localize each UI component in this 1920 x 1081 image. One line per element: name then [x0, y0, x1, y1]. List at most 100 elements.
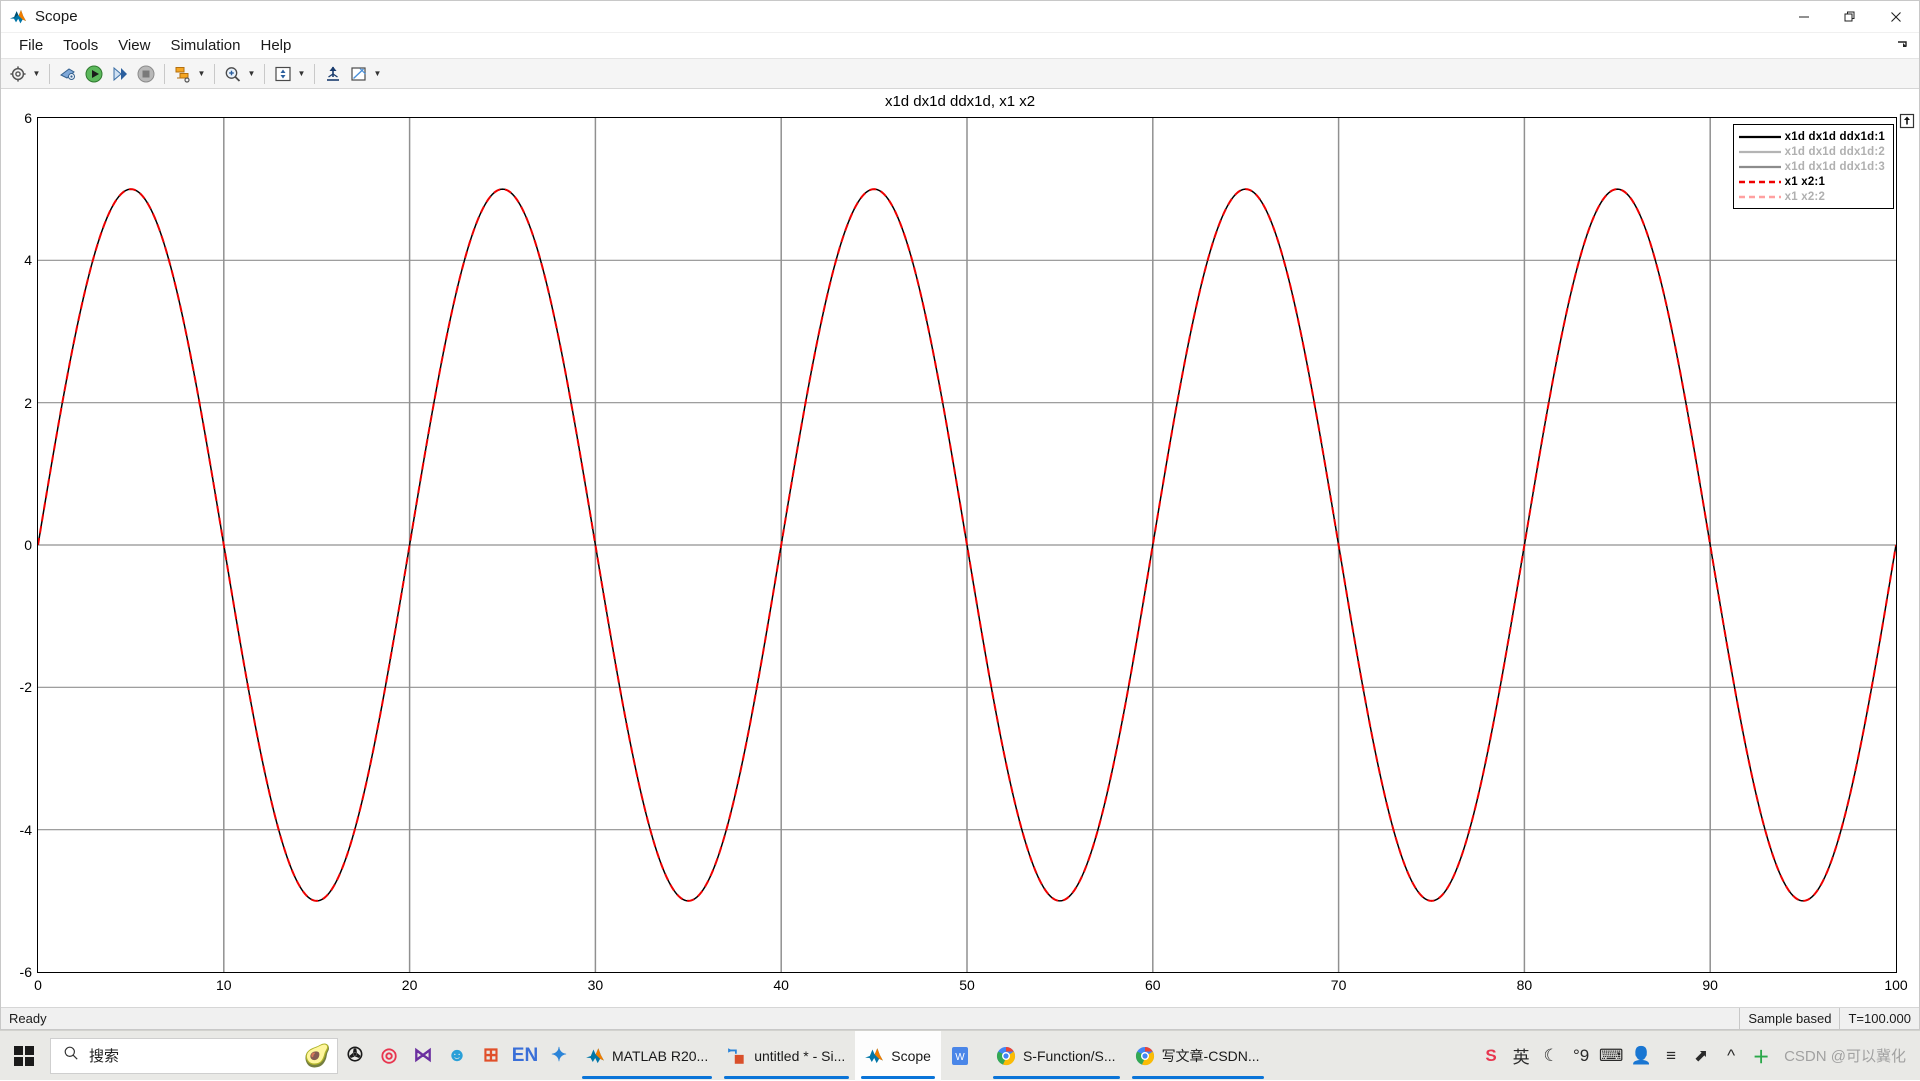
autoscale-dropdown-caret[interactable]: ▼ — [296, 62, 307, 86]
avocado-icon: 🥑 — [304, 1045, 331, 1067]
toolbar-separator — [164, 64, 165, 84]
search-input[interactable]: 搜索 🥑 — [50, 1038, 338, 1074]
taskbar-chrome-2[interactable]: 写文章-CSDN... — [1126, 1031, 1270, 1081]
simulink-icon — [726, 1045, 748, 1067]
update-icon[interactable]: ＋ — [1746, 1031, 1776, 1081]
x-tick-40: 40 — [773, 977, 789, 993]
taskbar-active-underline — [724, 1076, 849, 1079]
legend-entry[interactable]: x1 x2:1 — [1738, 174, 1885, 189]
close-button[interactable] — [1873, 1, 1919, 33]
legend-entry[interactable]: x1d dx1d ddx1d:3 — [1738, 159, 1885, 174]
search-placeholder: 搜索 — [89, 1045, 304, 1066]
account-icon[interactable]: 👤 — [1626, 1031, 1656, 1081]
degree-icon[interactable]: °9 — [1566, 1031, 1596, 1081]
zoom-dropdown-caret[interactable]: ▼ — [246, 62, 257, 86]
pin-icon[interactable] — [1899, 113, 1915, 129]
stop-icon[interactable] — [134, 62, 158, 86]
highlight-signal-icon[interactable] — [321, 62, 345, 86]
taskbar-active-underline — [582, 1076, 712, 1079]
step-forward-icon[interactable] — [108, 62, 132, 86]
legend-entry[interactable]: x1d dx1d ddx1d:1 — [1738, 129, 1885, 144]
watermark-text: CSDN @可以冀化 — [1776, 1045, 1914, 1066]
taskbar-scope[interactable]: Scope — [855, 1031, 941, 1081]
configuration-dropdown-caret[interactable]: ▼ — [31, 62, 42, 86]
taskbar-window-label: MATLAB R20... — [612, 1048, 708, 1064]
plot-axes[interactable]: 6420-2-4-6 0102030405060708090100 x1d dx… — [37, 117, 1897, 973]
scratch-icon[interactable]: ✇ — [338, 1031, 372, 1081]
toolbar-separator — [314, 64, 315, 84]
restore-button[interactable] — [1827, 1, 1873, 33]
measurements-icon[interactable] — [347, 62, 371, 86]
status-bar: Ready Sample based T=100.000 — [1, 1007, 1919, 1029]
matlab-icon — [584, 1045, 606, 1067]
wps-icon: W — [949, 1045, 971, 1067]
show-hidden-icons-icon[interactable]: ^ — [1716, 1031, 1746, 1081]
configuration-properties-icon[interactable] — [6, 62, 30, 86]
jetbrains-icon[interactable]: ⊞ — [474, 1031, 508, 1081]
x-tick-20: 20 — [402, 977, 418, 993]
menu-item-help[interactable]: Help — [251, 35, 302, 56]
menu-item-simulation[interactable]: Simulation — [160, 35, 250, 56]
status-frame-mode: Sample based — [1739, 1008, 1839, 1030]
taskbar-matlab[interactable]: MATLAB R20... — [576, 1031, 718, 1081]
legend-line-swatch — [1738, 191, 1782, 203]
taskbar-chrome-1[interactable]: S-Function/S... — [987, 1031, 1126, 1081]
taskbar-simulink[interactable]: untitled * - Si... — [718, 1031, 855, 1081]
toolbar-separator — [49, 64, 50, 84]
legend-line-swatch — [1738, 131, 1782, 143]
zoom-in-icon[interactable] — [221, 62, 245, 86]
legend[interactable]: x1d dx1d ddx1d:1x1d dx1d ddx1d:2 x1d dx1d… — [1733, 124, 1894, 209]
y-tick--2: -2 — [20, 679, 32, 695]
x-tick-10: 10 — [216, 977, 232, 993]
signal-selection-caret[interactable]: ▼ — [196, 62, 207, 86]
x-tick-50: 50 — [959, 977, 975, 993]
tool-bar: ▼ — [1, 59, 1919, 89]
taskbar-window-label: 写文章-CSDN... — [1162, 1046, 1260, 1066]
legend-entry[interactable]: x1 x2:2 — [1738, 189, 1885, 204]
system-tray: S英☾°9⌨👤≡⬈^＋ CSDN @可以冀化 — [1476, 1031, 1920, 1081]
page-title: x1d dx1d ddx1d, x1 x2 — [1, 93, 1919, 110]
legend-line-swatch — [1738, 146, 1782, 158]
matlab-icon — [863, 1045, 885, 1067]
taskbar-window-label: Scope — [891, 1048, 931, 1064]
svg-text:W: W — [955, 1052, 965, 1063]
legend-label: x1 x2:2 — [1785, 191, 1825, 203]
taskbar: 搜索 🥑 ✇◎⋈☻⊞EN✦ MATLAB R20... untitled * - … — [0, 1030, 1920, 1080]
legend-label: x1d dx1d ddx1d:3 — [1785, 161, 1885, 173]
legend-label: x1 x2:1 — [1785, 176, 1825, 188]
netease-music-icon[interactable]: ◎ — [372, 1031, 406, 1081]
taskbar-window-label: untitled * - Si... — [754, 1048, 845, 1064]
ime-chinese-icon[interactable]: 英 — [1506, 1031, 1536, 1081]
moon-icon[interactable]: ☾ — [1536, 1031, 1566, 1081]
minimize-button[interactable] — [1781, 1, 1827, 33]
taskbar-window-label: S-Function/S... — [1023, 1048, 1116, 1064]
x-tick-90: 90 — [1702, 977, 1718, 993]
y-tick--4: -4 — [20, 822, 32, 838]
keyboard-icon[interactable]: ⌨ — [1596, 1031, 1626, 1081]
visual-studio-icon[interactable]: ⋈ — [406, 1031, 440, 1081]
menu-item-view[interactable]: View — [108, 35, 160, 56]
menu-item-file[interactable]: File — [9, 35, 53, 56]
legend-line-swatch — [1738, 176, 1782, 188]
x-tick-80: 80 — [1517, 977, 1533, 993]
menu-item-tools[interactable]: Tools — [53, 35, 108, 56]
autoscale-icon[interactable] — [271, 62, 295, 86]
y-tick-6: 6 — [24, 110, 32, 126]
tim-icon[interactable]: ✦ — [542, 1031, 576, 1081]
scope-window: Scope File Tools View Simulation Help — [0, 0, 1920, 1030]
x-tick-100: 100 — [1884, 977, 1907, 993]
taskbar-wps[interactable]: W — [941, 1031, 987, 1081]
eudic-icon[interactable]: EN — [508, 1031, 542, 1081]
sogou-ime-icon[interactable]: S — [1476, 1031, 1506, 1081]
menu-icon[interactable]: ≡ — [1656, 1031, 1686, 1081]
app-icon-1[interactable]: ☻ — [440, 1031, 474, 1081]
print-icon[interactable] — [56, 62, 80, 86]
menubar-overflow-icon[interactable] — [1895, 37, 1911, 53]
windows-start-icon[interactable] — [0, 1031, 48, 1081]
measurements-dropdown-caret[interactable]: ▼ — [372, 62, 383, 86]
legend-line-swatch — [1738, 161, 1782, 173]
legend-entry[interactable]: x1d dx1d ddx1d:2 — [1738, 144, 1885, 159]
run-icon[interactable] — [82, 62, 106, 86]
share-icon[interactable]: ⬈ — [1686, 1031, 1716, 1081]
signal-selection-icon[interactable] — [171, 62, 195, 86]
